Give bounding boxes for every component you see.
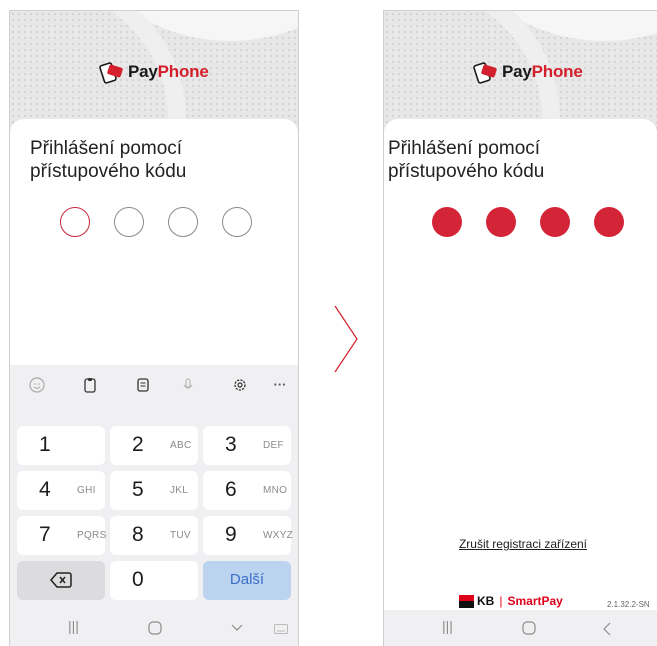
pin-dot bbox=[60, 207, 90, 237]
system-nav-bar: ||| bbox=[384, 610, 657, 646]
cancel-registration-link[interactable]: Zrušit registraci zařízení bbox=[384, 537, 657, 551]
system-nav-bar: ||| bbox=[10, 610, 298, 646]
phone-card-icon bbox=[99, 62, 123, 84]
page-title: Přihlášení pomocí přístupového kódu bbox=[30, 138, 187, 182]
more-icon[interactable]: ··· bbox=[270, 375, 290, 395]
back-icon[interactable] bbox=[602, 622, 612, 636]
page-title: Přihlášení pomocí přístupového kódu bbox=[388, 138, 545, 182]
phone-card-icon bbox=[473, 62, 497, 84]
pin-dot bbox=[168, 207, 198, 237]
pin-indicator bbox=[60, 207, 252, 237]
key-1[interactable]: 1 bbox=[17, 426, 105, 465]
keyboard-icon[interactable] bbox=[274, 624, 288, 634]
pin-dot bbox=[540, 207, 570, 237]
settings-icon[interactable] bbox=[230, 375, 250, 395]
payphone-logo: PayPhone bbox=[472, 59, 583, 85]
backspace-key[interactable] bbox=[17, 561, 105, 600]
login-card: Přihlášení pomocí přístupového kódu bbox=[384, 119, 657, 646]
pin-dot bbox=[594, 207, 624, 237]
home-icon[interactable] bbox=[148, 621, 162, 635]
chevron-right-icon bbox=[334, 305, 358, 373]
phone-screen-pin-entry: PayPhone Přihlášení pomocí přístupového … bbox=[9, 10, 299, 646]
key-8[interactable]: 8 TUV bbox=[110, 516, 198, 555]
key-4[interactable]: 4 GHI bbox=[17, 471, 105, 510]
microphone-icon[interactable] bbox=[178, 375, 198, 395]
emoji-icon[interactable] bbox=[27, 375, 47, 395]
key-9[interactable]: 9 WXYZ bbox=[203, 516, 293, 555]
numeric-keyboard: ··· 1 2 ABC 3 DEF 4 GHI 5 JKL 6 MNO 7 PQRS 8 TU… bbox=[10, 365, 298, 646]
kb-logo-icon bbox=[459, 594, 474, 608]
pin-dot bbox=[486, 207, 516, 237]
hide-keyboard-icon[interactable] bbox=[230, 623, 244, 633]
recent-apps-icon[interactable]: ||| bbox=[442, 618, 453, 634]
key-5[interactable]: 5 JKL bbox=[110, 471, 198, 510]
pin-dot bbox=[432, 207, 462, 237]
app-version: 2.1.32.2-SN bbox=[607, 600, 650, 609]
next-key[interactable]: Další bbox=[203, 561, 291, 600]
key-0[interactable]: 0 bbox=[110, 561, 198, 600]
backspace-icon bbox=[50, 572, 72, 588]
pin-dot bbox=[222, 207, 252, 237]
text-edit-icon[interactable] bbox=[133, 375, 153, 395]
pin-indicator bbox=[432, 207, 624, 237]
clipboard-icon[interactable] bbox=[80, 375, 100, 395]
key-7[interactable]: 7 PQRS bbox=[17, 516, 106, 555]
key-3[interactable]: 3 DEF bbox=[203, 426, 291, 465]
keyboard-toolbar: ··· bbox=[10, 365, 298, 405]
key-2[interactable]: 2 ABC bbox=[110, 426, 198, 465]
pin-dot bbox=[114, 207, 144, 237]
phone-screen-pin-complete: PayPhone Přihlášení pomocí přístupového … bbox=[383, 10, 657, 646]
home-icon[interactable] bbox=[522, 621, 536, 635]
payphone-logo: PayPhone bbox=[98, 59, 209, 85]
recent-apps-icon[interactable]: ||| bbox=[68, 618, 79, 634]
key-6[interactable]: 6 MNO bbox=[203, 471, 291, 510]
kb-smartpay-logo: KB | SmartPay bbox=[459, 594, 563, 608]
